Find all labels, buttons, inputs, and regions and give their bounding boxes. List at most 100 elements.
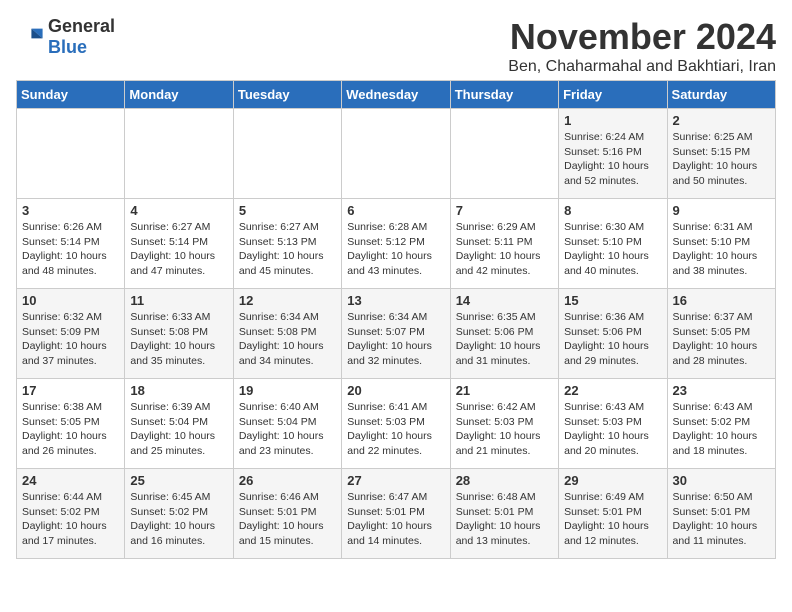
day-info: Sunrise: 6:29 AM Sunset: 5:11 PM Dayligh…: [456, 220, 553, 279]
day-info: Sunrise: 6:42 AM Sunset: 5:03 PM Dayligh…: [456, 400, 553, 459]
calendar-cell: 17 Sunrise: 6:38 AM Sunset: 5:05 PM Dayli…: [17, 379, 125, 469]
day-info: Sunrise: 6:27 AM Sunset: 5:13 PM Dayligh…: [239, 220, 336, 279]
day-info: Sunrise: 6:27 AM Sunset: 5:14 PM Dayligh…: [130, 220, 227, 279]
weekday-header: Thursday: [450, 81, 558, 109]
calendar-cell: 26Sunrise: 6:46 AM Sunset: 5:01 PM Dayli…: [233, 469, 341, 559]
calendar-cell: 8 Sunrise: 6:30 AM Sunset: 5:10 PM Daylig…: [559, 199, 667, 289]
weekday-header: Monday: [125, 81, 233, 109]
day-number: 5: [239, 203, 336, 218]
calendar-cell: 22 Sunrise: 6:43 AM Sunset: 5:03 PM Dayli…: [559, 379, 667, 469]
day-info: Sunrise: 6:36 AM Sunset: 5:06 PM Dayligh…: [564, 310, 661, 369]
day-number: 30: [673, 473, 770, 488]
calendar-cell: 23 Sunrise: 6:43 AM Sunset: 5:02 PM Dayli…: [667, 379, 775, 469]
calendar-cell: 18 Sunrise: 6:39 AM Sunset: 5:04 PM Dayli…: [125, 379, 233, 469]
day-info: Sunrise: 6:48 AM Sunset: 5:01 PM Dayligh…: [456, 490, 553, 549]
calendar-cell: [125, 109, 233, 199]
calendar-cell: 10Sunrise: 6:32 AM Sunset: 5:09 PM Dayli…: [17, 289, 125, 379]
calendar-cell: 3 Sunrise: 6:26 AM Sunset: 5:14 PM Daylig…: [17, 199, 125, 289]
calendar-cell: 25 Sunrise: 6:45 AM Sunset: 5:02 PM Dayli…: [125, 469, 233, 559]
weekday-header: Wednesday: [342, 81, 450, 109]
day-number: 24: [22, 473, 119, 488]
day-number: 25: [130, 473, 227, 488]
day-number: 1: [564, 113, 661, 128]
calendar-cell: 4 Sunrise: 6:27 AM Sunset: 5:14 PM Daylig…: [125, 199, 233, 289]
day-number: 17: [22, 383, 119, 398]
day-info: Sunrise: 6:43 AM Sunset: 5:03 PM Dayligh…: [564, 400, 661, 459]
day-info: Sunrise: 6:41 AM Sunset: 5:03 PM Dayligh…: [347, 400, 444, 459]
calendar-cell: 12 Sunrise: 6:34 AM Sunset: 5:08 PM Dayli…: [233, 289, 341, 379]
day-number: 19: [239, 383, 336, 398]
day-number: 22: [564, 383, 661, 398]
day-number: 18: [130, 383, 227, 398]
calendar-cell: 14 Sunrise: 6:35 AM Sunset: 5:06 PM Dayli…: [450, 289, 558, 379]
day-number: 28: [456, 473, 553, 488]
day-number: 3: [22, 203, 119, 218]
day-number: 2: [673, 113, 770, 128]
day-info: Sunrise: 6:40 AM Sunset: 5:04 PM Dayligh…: [239, 400, 336, 459]
day-number: 8: [564, 203, 661, 218]
day-info: Sunrise: 6:31 AM Sunset: 5:10 PM Dayligh…: [673, 220, 770, 279]
day-info: Sunrise: 6:45 AM Sunset: 5:02 PM Dayligh…: [130, 490, 227, 549]
page-header: General Blue November 2024 Ben, Chaharma…: [16, 16, 776, 76]
day-number: 9: [673, 203, 770, 218]
weekday-header: Sunday: [17, 81, 125, 109]
calendar-cell: 15 Sunrise: 6:36 AM Sunset: 5:06 PM Dayli…: [559, 289, 667, 379]
day-info: Sunrise: 6:38 AM Sunset: 5:05 PM Dayligh…: [22, 400, 119, 459]
calendar-table: SundayMondayTuesdayWednesdayThursdayFrid…: [16, 80, 776, 559]
day-info: Sunrise: 6:30 AM Sunset: 5:10 PM Dayligh…: [564, 220, 661, 279]
day-info: Sunrise: 6:28 AM Sunset: 5:12 PM Dayligh…: [347, 220, 444, 279]
logo-blue-text: Blue: [48, 37, 87, 57]
calendar-cell: 2 Sunrise: 6:25 AM Sunset: 5:15 PM Daylig…: [667, 109, 775, 199]
calendar-cell: 7 Sunrise: 6:29 AM Sunset: 5:11 PM Daylig…: [450, 199, 558, 289]
day-number: 23: [673, 383, 770, 398]
day-number: 4: [130, 203, 227, 218]
day-info: Sunrise: 6:35 AM Sunset: 5:06 PM Dayligh…: [456, 310, 553, 369]
calendar-cell: 5 Sunrise: 6:27 AM Sunset: 5:13 PM Daylig…: [233, 199, 341, 289]
calendar-cell: 21 Sunrise: 6:42 AM Sunset: 5:03 PM Dayli…: [450, 379, 558, 469]
day-number: 26: [239, 473, 336, 488]
day-number: 14: [456, 293, 553, 308]
logo-general-text: General: [48, 16, 115, 36]
weekday-header: Saturday: [667, 81, 775, 109]
day-number: 7: [456, 203, 553, 218]
day-info: Sunrise: 6:25 AM Sunset: 5:15 PM Dayligh…: [673, 130, 770, 189]
day-info: Sunrise: 6:37 AM Sunset: 5:05 PM Dayligh…: [673, 310, 770, 369]
calendar-cell: 9 Sunrise: 6:31 AM Sunset: 5:10 PM Daylig…: [667, 199, 775, 289]
calendar-cell: 27Sunrise: 6:47 AM Sunset: 5:01 PM Dayli…: [342, 469, 450, 559]
day-number: 29: [564, 473, 661, 488]
day-number: 21: [456, 383, 553, 398]
day-info: Sunrise: 6:34 AM Sunset: 5:08 PM Dayligh…: [239, 310, 336, 369]
calendar-cell: [450, 109, 558, 199]
day-number: 15: [564, 293, 661, 308]
calendar-cell: 6 Sunrise: 6:28 AM Sunset: 5:12 PM Daylig…: [342, 199, 450, 289]
calendar-cell: 16 Sunrise: 6:37 AM Sunset: 5:05 PM Dayli…: [667, 289, 775, 379]
day-info: Sunrise: 6:47 AM Sunset: 5:01 PM Dayligh…: [347, 490, 444, 549]
logo: General Blue: [16, 16, 115, 58]
calendar-cell: [17, 109, 125, 199]
calendar-cell: 13 Sunrise: 6:34 AM Sunset: 5:07 PM Dayli…: [342, 289, 450, 379]
day-info: Sunrise: 6:33 AM Sunset: 5:08 PM Dayligh…: [130, 310, 227, 369]
day-number: 16: [673, 293, 770, 308]
calendar-cell: 28 Sunrise: 6:48 AM Sunset: 5:01 PM Dayli…: [450, 469, 558, 559]
day-info: Sunrise: 6:39 AM Sunset: 5:04 PM Dayligh…: [130, 400, 227, 459]
calendar-cell: 30 Sunrise: 6:50 AM Sunset: 5:01 PM Dayli…: [667, 469, 775, 559]
day-info: Sunrise: 6:34 AM Sunset: 5:07 PM Dayligh…: [347, 310, 444, 369]
main-title: November 2024: [508, 16, 776, 58]
day-number: 6: [347, 203, 444, 218]
subtitle: Ben, Chaharmahal and Bakhtiari, Iran: [508, 58, 776, 76]
calendar-cell: 24Sunrise: 6:44 AM Sunset: 5:02 PM Dayli…: [17, 469, 125, 559]
day-info: Sunrise: 6:24 AM Sunset: 5:16 PM Dayligh…: [564, 130, 661, 189]
day-info: Sunrise: 6:43 AM Sunset: 5:02 PM Dayligh…: [673, 400, 770, 459]
day-number: 12: [239, 293, 336, 308]
day-info: Sunrise: 6:50 AM Sunset: 5:01 PM Dayligh…: [673, 490, 770, 549]
calendar-cell: 1 Sunrise: 6:24 AM Sunset: 5:16 PM Daylig…: [559, 109, 667, 199]
logo-icon: [16, 23, 44, 51]
calendar-cell: 29Sunrise: 6:49 AM Sunset: 5:01 PM Dayli…: [559, 469, 667, 559]
day-info: Sunrise: 6:26 AM Sunset: 5:14 PM Dayligh…: [22, 220, 119, 279]
day-info: Sunrise: 6:32 AM Sunset: 5:09 PM Dayligh…: [22, 310, 119, 369]
calendar-cell: 11Sunrise: 6:33 AM Sunset: 5:08 PM Dayli…: [125, 289, 233, 379]
calendar-cell: 20Sunrise: 6:41 AM Sunset: 5:03 PM Dayli…: [342, 379, 450, 469]
weekday-header: Friday: [559, 81, 667, 109]
day-number: 13: [347, 293, 444, 308]
calendar-cell: [233, 109, 341, 199]
